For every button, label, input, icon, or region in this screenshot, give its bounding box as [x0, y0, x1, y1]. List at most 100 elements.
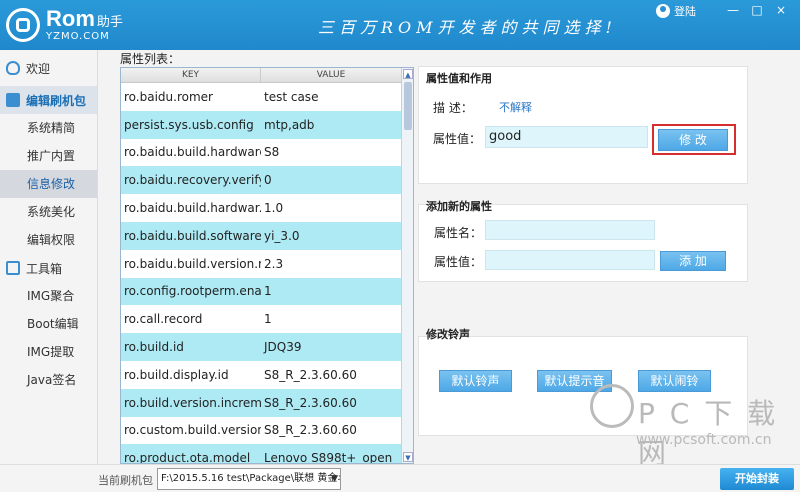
- row-key: ro.baidu.build.software: [124, 228, 261, 243]
- table-scrollbar[interactable]: ▲ ▼: [401, 68, 413, 463]
- table-row[interactable]: ro.custom.build.version S8_R_2.3.60.60: [121, 416, 403, 445]
- scroll-down-icon[interactable]: ▼: [403, 452, 413, 462]
- sidebar-item-promo[interactable]: 推广内置: [0, 142, 97, 170]
- package-path-select[interactable]: F:\2015.5.16 test\Package\联想 黄金斗士 ▼: [157, 468, 341, 490]
- row-value: JDQ39: [264, 340, 302, 355]
- row-key: ro.baidu.build.hardware: [124, 145, 261, 160]
- attr-name-input[interactable]: [485, 220, 655, 240]
- default-alarm-button[interactable]: 默认闹铃: [638, 370, 711, 392]
- logo-icon: [6, 8, 40, 42]
- sidebar-item-boot-edit[interactable]: Boot编辑: [0, 310, 97, 338]
- row-value: S8: [264, 145, 280, 160]
- status-bar: 当前刷机包 F:\2015.5.16 test\Package\联想 黄金斗士 …: [0, 464, 800, 492]
- table-row[interactable]: ro.build.version.increm... S8_R_2.3.60.60: [121, 388, 403, 417]
- col-key-header[interactable]: KEY: [121, 68, 261, 82]
- row-value: test case: [264, 89, 319, 104]
- row-value: 2.3: [264, 256, 284, 271]
- row-value: 0: [264, 173, 272, 188]
- current-package-label: 当前刷机包: [98, 474, 153, 487]
- default-ringtone-button[interactable]: 默认铃声: [439, 370, 512, 392]
- table-row[interactable]: persist.sys.usb.config mtp,adb: [121, 110, 403, 139]
- new-value-label: 属性值：: [434, 255, 483, 269]
- table-row[interactable]: ro.baidu.build.hardwar... 1.0: [121, 194, 403, 222]
- sidebar-group-edit-package[interactable]: 编辑刷机包: [0, 86, 97, 114]
- minimize-button[interactable]: —: [724, 2, 742, 18]
- row-value: mtp,adb: [264, 117, 315, 132]
- chevron-down-icon: ▼: [331, 474, 338, 484]
- table-row[interactable]: ro.config.rootperm.ena... 1: [121, 277, 403, 306]
- close-button[interactable]: ×: [772, 2, 790, 18]
- add-button[interactable]: 添 加: [660, 251, 726, 271]
- row-value: 1.0: [264, 201, 284, 216]
- desc-label: 描 述：: [433, 101, 473, 115]
- row-key: ro.product.ota.model: [124, 451, 251, 464]
- start-pack-button[interactable]: 开始封装: [720, 468, 794, 490]
- name-label: 属性名：: [434, 226, 483, 240]
- row-key: ro.baidu.romer: [124, 89, 213, 104]
- row-key: ro.baidu.recovery.verify: [124, 173, 261, 188]
- user-icon: [656, 4, 670, 18]
- watermark-logo: [590, 384, 634, 428]
- maximize-button[interactable]: □: [748, 2, 766, 18]
- modify-button[interactable]: 修 改: [658, 129, 728, 151]
- ringtone-panel-title: 修改铃声: [426, 328, 470, 341]
- row-key: ro.build.id: [124, 340, 184, 355]
- row-value: S8_R_2.3.60.60: [264, 367, 357, 382]
- edit-icon: [6, 93, 20, 107]
- row-value: 1: [264, 284, 272, 299]
- table-row[interactable]: ro.call.record 1: [121, 305, 403, 334]
- row-key: ro.baidu.build.hardwar...: [124, 201, 261, 216]
- props-table[interactable]: KEY VALUE ro.baidu.romer test case persis…: [120, 67, 414, 464]
- sidebar-item-info-edit[interactable]: 信息修改: [0, 170, 97, 198]
- row-key: ro.custom.build.version: [124, 423, 261, 438]
- cloud-icon: [6, 61, 20, 75]
- row-key: ro.config.rootperm.ena...: [124, 284, 261, 299]
- row-key: ro.build.version.increm...: [124, 395, 261, 410]
- scroll-thumb[interactable]: [404, 82, 412, 130]
- table-row[interactable]: ro.baidu.recovery.verify 0: [121, 166, 403, 195]
- table-row[interactable]: ro.build.id JDQ39: [121, 333, 403, 361]
- table-row[interactable]: ro.build.display.id S8_R_2.3.60.60: [121, 360, 403, 389]
- table-row[interactable]: ro.baidu.romer test case: [121, 83, 403, 111]
- sidebar-group-welcome[interactable]: 欢迎: [0, 54, 97, 82]
- new-attr-value-input[interactable]: [485, 250, 655, 270]
- table-row[interactable]: ro.baidu.build.hardware S8: [121, 138, 403, 167]
- scroll-up-icon[interactable]: ▲: [403, 69, 413, 79]
- row-value: yi_3.0: [264, 228, 300, 243]
- sidebar-item-beautify[interactable]: 系统美化: [0, 198, 97, 226]
- sidebar-item-java-sign[interactable]: Java签名: [0, 366, 97, 394]
- desc-value: 不解释: [499, 101, 532, 114]
- value-label: 属性值：: [433, 132, 482, 146]
- sidebar-group-toolbox[interactable]: 工具箱: [0, 254, 97, 282]
- sidebar-item-img-extract[interactable]: IMG提取: [0, 338, 97, 366]
- slogan: 三百万ROM开发者的共同选择!: [318, 18, 617, 37]
- table-row[interactable]: ro.baidu.build.version.r... 2.3: [121, 249, 403, 278]
- row-key: ro.baidu.build.version.r...: [124, 256, 261, 271]
- logo-title: Rom 助手: [46, 6, 123, 31]
- table-row[interactable]: ro.product.ota.model Lenovo S898t+_open: [121, 444, 403, 464]
- sidebar: 欢迎 编辑刷机包 系统精简 推广内置 信息修改 系统美化 编辑权限 工具箱 IM…: [0, 50, 98, 464]
- sidebar-item-img-merge[interactable]: IMG聚合: [0, 282, 97, 310]
- logo: Rom 助手 YZMO.COM: [6, 6, 123, 44]
- row-key: persist.sys.usb.config: [124, 117, 254, 132]
- attr-panel-title: 属性值和作用: [426, 72, 492, 85]
- table-row[interactable]: ro.baidu.build.software yi_3.0: [121, 221, 403, 250]
- table-rows: ro.baidu.romer test case persist.sys.usb.…: [121, 83, 403, 464]
- sidebar-item-slim[interactable]: 系统精简: [0, 114, 97, 142]
- row-key: ro.build.display.id: [124, 367, 229, 382]
- logo-subtitle: YZMO.COM: [46, 31, 110, 42]
- row-value: S8_R_2.3.60.60: [264, 423, 357, 438]
- add-panel-title: 添加新的属性: [426, 200, 492, 213]
- row-value: Lenovo S898t+_open: [264, 451, 393, 464]
- props-list-label: 属性列表：: [120, 52, 181, 66]
- row-value: S8_R_2.3.60.60: [264, 395, 357, 410]
- sidebar-item-permissions[interactable]: 编辑权限: [0, 226, 97, 254]
- row-value: 1: [264, 312, 272, 327]
- attr-value-input[interactable]: good: [485, 126, 648, 148]
- col-value-header[interactable]: VALUE: [261, 68, 401, 82]
- login-link[interactable]: 登陆: [656, 3, 696, 19]
- row-key: ro.call.record: [124, 312, 203, 327]
- table-header: KEY VALUE: [121, 68, 413, 83]
- watermark-url: www.pcsoft.com.cn: [636, 432, 772, 448]
- toolbox-icon: [6, 261, 20, 275]
